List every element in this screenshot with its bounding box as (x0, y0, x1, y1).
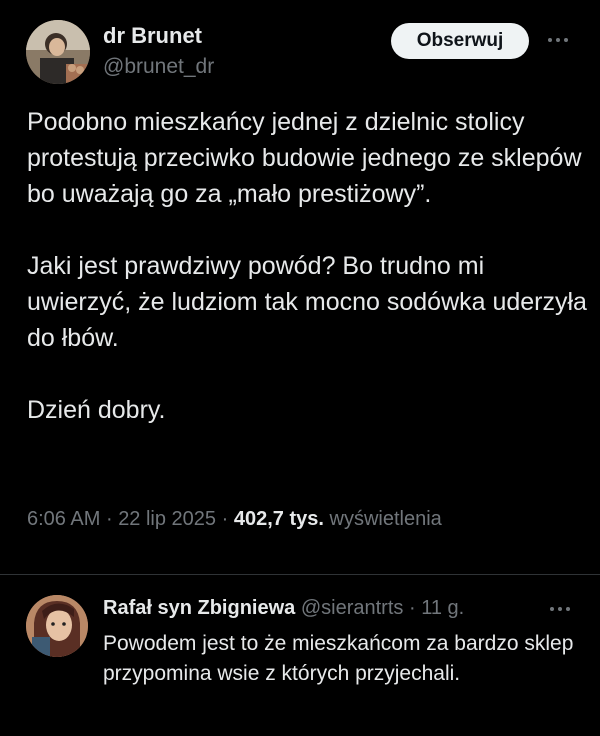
views-count: 402,7 tys. (233, 508, 324, 530)
reply-text: Powodem jest to że mieszkańcom za bardzo… (103, 632, 574, 685)
reply-author-handle[interactable]: @sierantrts (301, 597, 404, 619)
meta-separator: · (105, 508, 113, 530)
author-name[interactable]: dr Brunet (103, 23, 202, 49)
more-horizontal-icon[interactable] (540, 30, 576, 50)
meta-separator: · (221, 508, 229, 530)
reply-tweet[interactable]: Rafał syn Zbigniewa @sierantrts · 11 g. … (0, 575, 600, 736)
tweet-date[interactable]: 22 lip 2025 (118, 508, 216, 530)
avatar-image (26, 595, 88, 657)
tweet-paragraph: Dzień dobry. (27, 396, 166, 424)
tweet-time[interactable]: 6:06 AM (27, 508, 100, 530)
avatar[interactable] (26, 595, 88, 657)
views-label: wyświetlenia (329, 508, 442, 530)
reply-header: Rafał syn Zbigniewa @sierantrts · 11 g. (103, 597, 464, 620)
meta-separator: · (408, 597, 416, 619)
avatar-image (26, 20, 90, 84)
tweet-meta: 6:06 AM · 22 lip 2025 · 402,7 tys. wyświ… (27, 508, 442, 531)
tweet-paragraph: Jaki jest prawdziwy powód? Bo trudno mi … (27, 252, 587, 352)
avatar[interactable] (26, 20, 90, 84)
more-horizontal-icon[interactable] (542, 601, 578, 617)
tweet-paragraph: Podobno mieszkańcy jednej z dzielnic sto… (27, 108, 582, 208)
author-handle[interactable]: @brunet_dr (103, 55, 214, 79)
follow-button[interactable]: Obserwuj (391, 23, 529, 59)
reply-time[interactable]: 11 g. (421, 597, 464, 619)
reply-author-name[interactable]: Rafał syn Zbigniewa (103, 597, 295, 619)
tweet-text: Podobno mieszkańcy jednej z dzielnic sto… (27, 104, 587, 428)
